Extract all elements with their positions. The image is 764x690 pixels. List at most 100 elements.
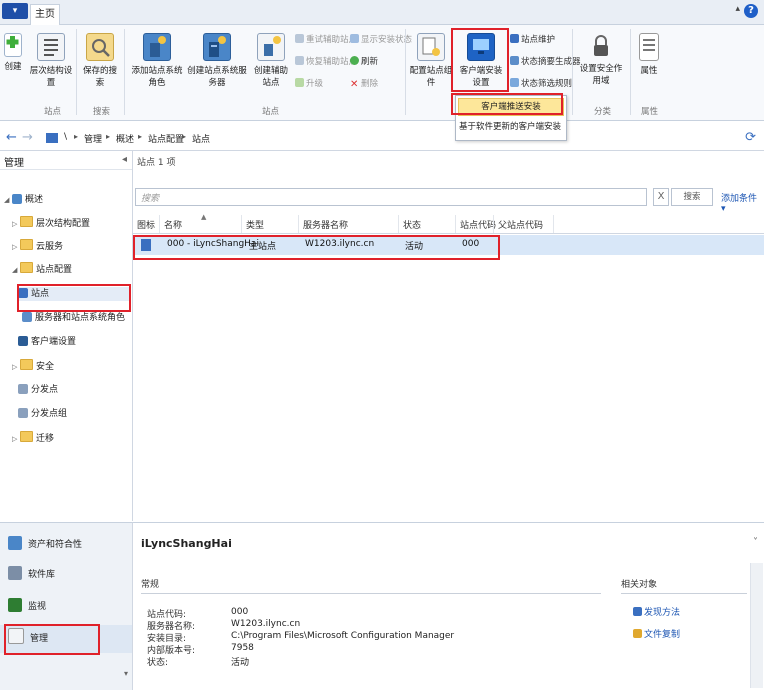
saved-search-icon [86, 33, 114, 61]
tree-item-hierarchy-configuration[interactable]: ▷ 层次结构配置 [12, 216, 90, 230]
breadcrumb-sites[interactable]: 站点 [192, 132, 210, 145]
search-input[interactable]: 搜索 [135, 188, 647, 206]
cell-site-code: 000 [462, 239, 480, 249]
client-install-icon [467, 33, 495, 61]
create-site-system-server-button[interactable]: 创建站点系统服务器 [186, 33, 248, 88]
tree-item-distribution-point-groups[interactable]: 分发点组 [18, 407, 67, 421]
breadcrumb-site-configuration[interactable]: 站点配置 [148, 132, 184, 145]
configure-components-icon [417, 33, 445, 61]
add-role-icon [143, 33, 171, 61]
tree-item-site-configuration[interactable]: ◢ 站点配置 [12, 262, 72, 276]
tree-item-cloud-services[interactable]: ▷ 云服务 [12, 239, 63, 253]
column-header-icon[interactable]: 图标 [137, 218, 155, 231]
configure-site-components-button[interactable]: 配置站点组件 [409, 33, 453, 88]
related-objects-title: 相关对象 [621, 580, 658, 590]
file-menu-button[interactable]: ▾ [2, 3, 28, 19]
collapse-details-icon[interactable]: ˅ [753, 537, 758, 548]
refresh-button[interactable]: 刷新 [350, 55, 378, 67]
add-criteria-link[interactable]: 添加条件 ▾ [721, 191, 764, 214]
upgrade-button[interactable]: 升级 [295, 77, 323, 89]
status-summarizers-button[interactable]: 状态摘要生成器 [510, 55, 581, 67]
breadcrumb-administration[interactable]: 管理 [84, 132, 102, 145]
retry-secondary-site-button[interactable]: 重试辅助站点 [295, 33, 357, 45]
breadcrumb-overview[interactable]: 概述 [116, 132, 134, 145]
tree-item-client-settings[interactable]: 客户端设置 [18, 335, 76, 349]
breadcrumb-separator: ▸ [182, 132, 187, 141]
related-file-replication-link[interactable]: 文件复制 [633, 627, 680, 640]
workspace-overflow-icon[interactable]: ▾ [124, 669, 128, 678]
workspace-label: 管理 [30, 634, 49, 644]
ribbon-separator [630, 29, 631, 115]
saved-searches-button[interactable]: 保存的搜索 [80, 33, 120, 88]
client-install-settings-button[interactable]: 客户端安装设置 [456, 33, 506, 88]
column-header-parent-site-code[interactable]: 父站点代码 [498, 218, 543, 231]
tree-item-overview[interactable]: ◢ 概述 [4, 193, 43, 207]
delete-button[interactable]: ✕ 删除 [350, 77, 378, 90]
tree-label: 服务器和站点系统角色 [35, 313, 126, 323]
status-filter-rules-button[interactable]: 状态筛选规则 [510, 77, 572, 89]
tree-item-distribution-points[interactable]: 分发点 [18, 383, 58, 397]
breadcrumb-separator: ▸ [106, 132, 111, 141]
create-label: 创建 [4, 62, 22, 72]
tree-item-servers-roles[interactable]: 服务器和站点系统角色 [22, 311, 125, 325]
properties-icon [639, 33, 659, 61]
tree-label: 概述 [25, 195, 44, 205]
workspace-monitoring[interactable]: 监视 [0, 593, 132, 621]
tree-label: 云服务 [36, 242, 64, 252]
show-install-status-button[interactable]: 显示安装状态 [350, 33, 412, 45]
site-maintenance-button[interactable]: 站点维护 [510, 33, 555, 45]
table-header: 图标 名称 ▲ 类型 服务器名称 状态 站点代码 父站点代码 [133, 213, 764, 234]
details-scrollbar[interactable] [750, 563, 763, 688]
breadcrumb-root[interactable]: \ [64, 132, 67, 142]
cell-type: 主站点 [249, 242, 277, 252]
tree-item-migration[interactable]: ▷ 迁移 [12, 431, 54, 445]
create-button[interactable]: 创建 [3, 33, 23, 72]
column-header-site-code[interactable]: 站点代码 [460, 218, 496, 231]
tree-label: 分发点 [31, 385, 59, 395]
section-divider [141, 593, 601, 594]
tab-home[interactable]: 主页 [30, 4, 60, 25]
menu-item-software-update-install[interactable]: 基于软件更新的客户端安装 [458, 120, 562, 134]
sort-arrow-icon: ▲ [201, 213, 207, 221]
server-icon [203, 33, 231, 61]
column-header-type[interactable]: 类型 [246, 218, 264, 231]
clear-search-button[interactable]: X [653, 188, 669, 206]
search-button[interactable]: 搜索 [671, 188, 713, 206]
column-header-name[interactable]: 名称 [164, 218, 182, 231]
column-header-server[interactable]: 服务器名称 [303, 218, 348, 231]
set-security-scopes-button[interactable]: 设置安全作用域 [576, 33, 626, 86]
minimize-ribbon-button[interactable]: ▴ [735, 4, 740, 14]
field-value: W1203.ilync.cn [231, 619, 301, 629]
tree-item-security[interactable]: ▷ 安全 [12, 359, 54, 373]
details-pane: iLyncShangHai ˅ 常规 站点代码: 000 服务器名称: W120… [133, 522, 764, 690]
hierarchy-settings-button[interactable]: 层次结构设置 [28, 33, 74, 88]
console-root-icon [46, 133, 58, 143]
workspace-assets-compliance[interactable]: 资产和符合性 [0, 531, 132, 559]
navigation-pane: 管理 ◂ ◢ 概述 ▷ 层次结构配置 ▷ 云服务 ◢ 站点配置 站点 服务器和站点系统角… [0, 151, 133, 521]
client-install-dropdown: 客户端推送安装 基于软件更新的客户端安装 [455, 95, 567, 141]
back-arrow-icon[interactable]: ← [6, 130, 17, 145]
recover-secondary-site-button[interactable]: 恢复辅助站点 [295, 55, 357, 67]
column-header-status[interactable]: 状态 [403, 218, 421, 231]
cell-name: 000 - iLyncShangHai [167, 239, 259, 249]
refresh-icon[interactable]: ⟳ [745, 130, 756, 145]
properties-button[interactable]: 属性 [634, 33, 664, 76]
hierarchy-icon [37, 33, 65, 61]
menu-item-client-push[interactable]: 客户端推送安装 [458, 98, 564, 116]
forward-arrow-icon[interactable]: → [22, 130, 33, 145]
help-icon[interactable]: ? [744, 4, 758, 18]
ribbon-separator [572, 29, 573, 115]
collapse-pane-icon[interactable]: ◂ [122, 154, 127, 165]
workspace-administration[interactable]: 管理 [0, 625, 132, 653]
primary-site-icon [141, 239, 151, 251]
create-secondary-site-button[interactable]: 创建辅助站点 [250, 33, 292, 88]
field-value: 7958 [231, 643, 254, 653]
table-row[interactable]: 000 - iLyncShangHai 主站点 W1203.ilync.cn 活… [133, 235, 764, 255]
folder-icon [20, 359, 33, 370]
add-site-system-role-button[interactable]: 添加站点系统角色 [128, 33, 186, 88]
create-secondary-site-label: 创建辅助站点 [253, 66, 288, 88]
workspace-software-library[interactable]: 软件库 [0, 561, 132, 589]
related-discovery-methods-link[interactable]: 发现方法 [633, 605, 680, 618]
results-pane: 站点 1 项 搜索 X 搜索 添加条件 ▾ 图标 名称 ▲ 类型 服务器名称 状… [133, 151, 764, 521]
tree-item-sites[interactable]: 站点 [18, 287, 130, 301]
